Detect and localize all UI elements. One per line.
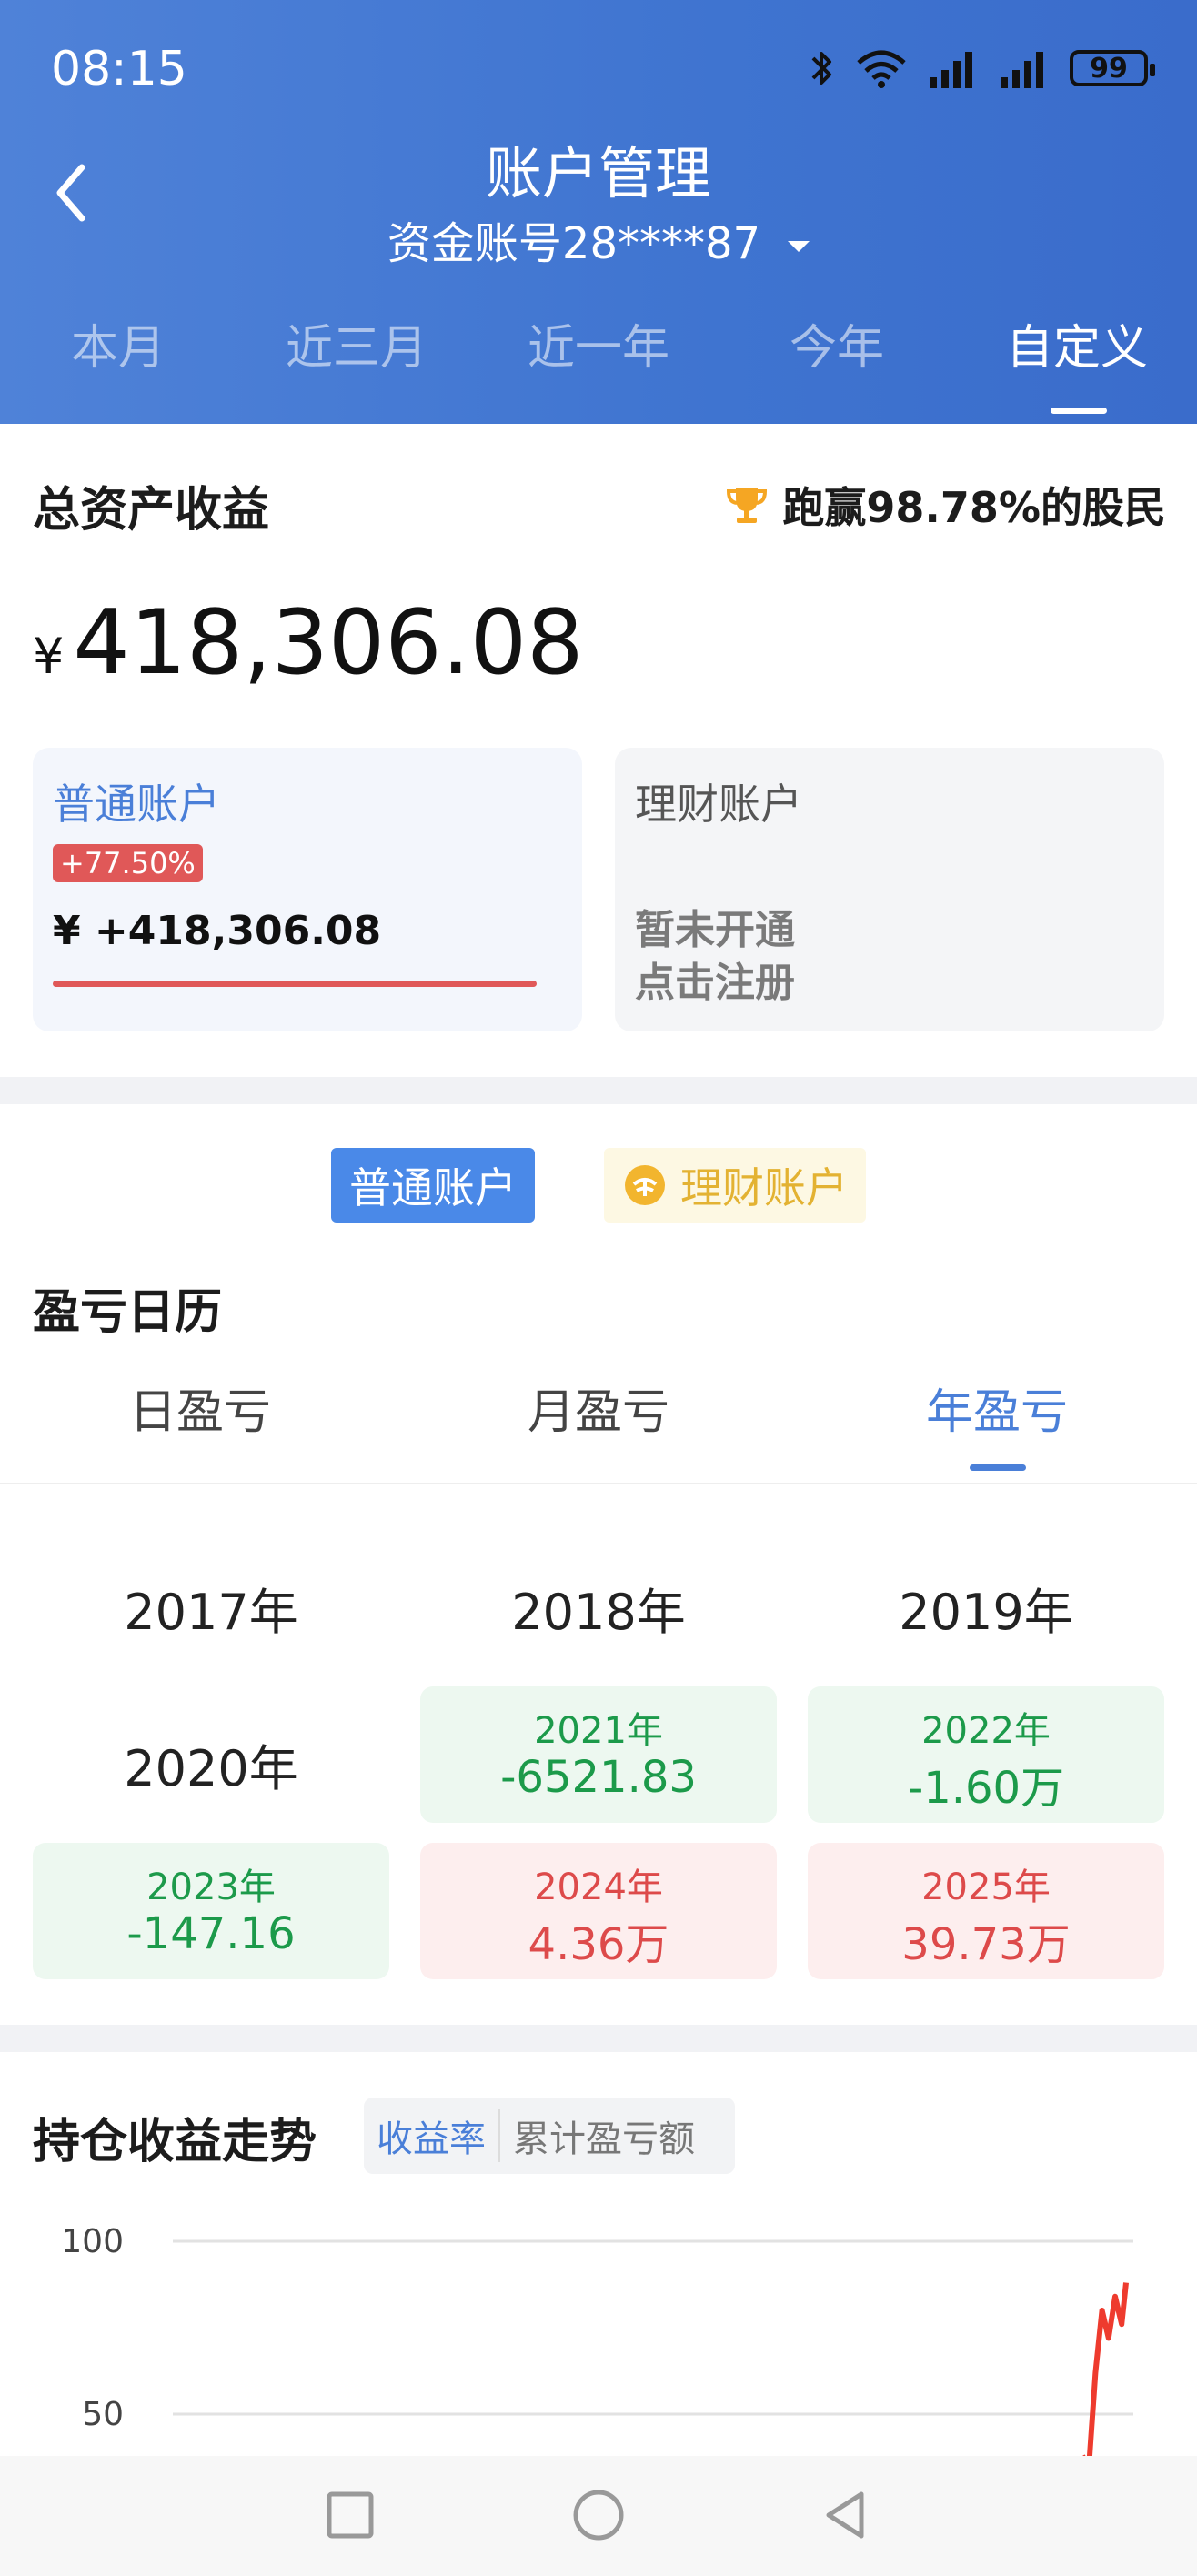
tab-return-rate[interactable]: 收益率 (364, 2109, 498, 2162)
tab-this-month[interactable]: 本月 (9, 309, 227, 377)
tab-cumulative-pnl[interactable]: 累计盈亏额 (498, 2109, 708, 2162)
recent-apps-icon[interactable] (318, 2483, 382, 2547)
year-cell-2017[interactable]: 2017年 (33, 1530, 389, 1666)
wealth-account-card[interactable]: 理财账户 暂未开通 点击注册 (615, 748, 1164, 1031)
battery-level: 99 (1090, 52, 1128, 85)
wifi-icon (857, 50, 906, 88)
system-nav-bar (0, 2456, 1197, 2576)
battery-icon: 99 (1070, 50, 1155, 86)
trend-title: 持仓收益走势 (33, 2115, 317, 2169)
tab-daily-pnl[interactable]: 日盈亏 (64, 1374, 337, 1442)
tab-three-months[interactable]: 近三月 (247, 309, 466, 377)
year-label: 2024年 (534, 1867, 663, 1908)
section-divider (0, 2025, 1197, 2052)
year-label: 2019年 (899, 1584, 1073, 1641)
year-pnl-value: 39.73万 (901, 1919, 1071, 1970)
calendar-tabs: 日盈亏 月盈亏 年盈亏 (0, 1374, 1197, 1455)
year-pnl-value: 4.36万 (528, 1919, 669, 1970)
year-label: 2025年 (921, 1867, 1051, 1908)
currency-symbol: ¥ (33, 628, 65, 685)
toggle-wealth-label: 理财账户 (680, 1163, 848, 1213)
rank-text: 跑赢98.78%的股民 (782, 483, 1166, 532)
status-icons: 99 (808, 45, 1155, 91)
register-link[interactable]: 点击注册 (635, 957, 795, 1010)
year-cell-2018[interactable]: 2018年 (420, 1530, 777, 1666)
tab-one-year[interactable]: 近一年 (489, 309, 708, 377)
signal-icon-1 (930, 52, 972, 88)
calendar-separator (0, 1483, 1197, 1484)
trophy-icon (727, 488, 768, 523)
section-divider (0, 1077, 1197, 1104)
tab-yearly-pnl[interactable]: 年盈亏 (860, 1374, 1133, 1442)
y-tick-100: 100 (61, 2223, 124, 2260)
toggle-ordinary-account[interactable]: 普通账户 (331, 1148, 535, 1223)
rank-badge: 跑赢98.78%的股民 (724, 475, 1166, 535)
trend-tabs: 收益率 累计盈亏额 (364, 2098, 735, 2174)
ordinary-account-card[interactable]: 普通账户 +77.50% ¥ +418,306.08 (33, 748, 582, 1031)
wealth-logo-icon (625, 1165, 665, 1205)
period-tabs: 本月 近三月 近一年 今年 自定义 (0, 309, 1197, 418)
tab-custom[interactable]: 自定义 (968, 309, 1186, 377)
total-income: ¥418,306.08 (33, 591, 583, 695)
year-label: 2022年 (921, 1710, 1051, 1752)
year-label: 2017年 (124, 1584, 298, 1641)
back-icon[interactable] (814, 2483, 878, 2547)
year-label: 2018年 (511, 1584, 686, 1641)
header: 08:15 99 账户管理 资金账号28****87 本月 近三月 近一年 今年… (0, 0, 1197, 424)
year-cell-2022[interactable]: 2022年 -1.60万 (808, 1686, 1164, 1823)
status-time: 08:15 (51, 42, 187, 96)
year-cell-2021[interactable]: 2021年 -6521.83 (420, 1686, 777, 1823)
signal-icon-2 (1001, 52, 1043, 88)
series-line (1082, 2282, 1129, 2456)
toggle-wealth-account[interactable]: 理财账户 (604, 1148, 866, 1223)
trend-chart: 100 50 (61, 2223, 1133, 2456)
bluetooth-icon (811, 52, 831, 85)
year-cell-2019[interactable]: 2019年 (808, 1530, 1164, 1666)
year-cell-2024[interactable]: 2024年 4.36万 (420, 1843, 777, 1979)
calendar-tab-indicator (970, 1464, 1026, 1471)
wealth-account-note: 暂未开通 点击注册 (635, 904, 795, 1010)
tab-monthly-pnl[interactable]: 月盈亏 (462, 1374, 735, 1442)
ordinary-account-bar (53, 981, 537, 987)
account-selector[interactable]: 资金账号28****87 (0, 207, 1197, 271)
year-pnl-value: -6521.83 (500, 1752, 697, 1803)
year-label: 2021年 (534, 1710, 663, 1752)
period-tab-indicator (1051, 408, 1107, 414)
total-income-value: 418,306.08 (73, 591, 584, 695)
year-cell-2025[interactable]: 2025年 39.73万 (808, 1843, 1164, 1979)
page-title: 账户管理 (485, 140, 711, 206)
year-label: 2020年 (124, 1740, 298, 1797)
wealth-account-label: 理财账户 (635, 780, 802, 829)
calendar-title: 盈亏日历 (33, 1285, 223, 1340)
status-bar: 08:15 99 (0, 0, 1197, 146)
not-opened-text: 暂未开通 (635, 907, 795, 953)
year-label: 2023年 (146, 1867, 276, 1908)
year-cell-2020[interactable]: 2020年 (33, 1686, 389, 1823)
tab-this-year[interactable]: 今年 (728, 309, 946, 377)
ordinary-account-amount: ¥ +418,306.08 (53, 908, 382, 954)
home-icon[interactable] (567, 2483, 630, 2547)
caret-down-icon (788, 241, 810, 252)
y-tick-50: 50 (82, 2396, 124, 2433)
summary-title: 总资产收益 (33, 483, 270, 538)
year-pnl-value: -147.16 (126, 1908, 296, 1959)
account-number: 资金账号28****87 (387, 218, 761, 269)
ordinary-account-label: 普通账户 (53, 780, 220, 829)
return-rate-badge: +77.50% (53, 844, 203, 882)
year-pnl-value: -1.60万 (907, 1763, 1065, 1814)
year-cell-2023[interactable]: 2023年 -147.16 (33, 1843, 389, 1979)
